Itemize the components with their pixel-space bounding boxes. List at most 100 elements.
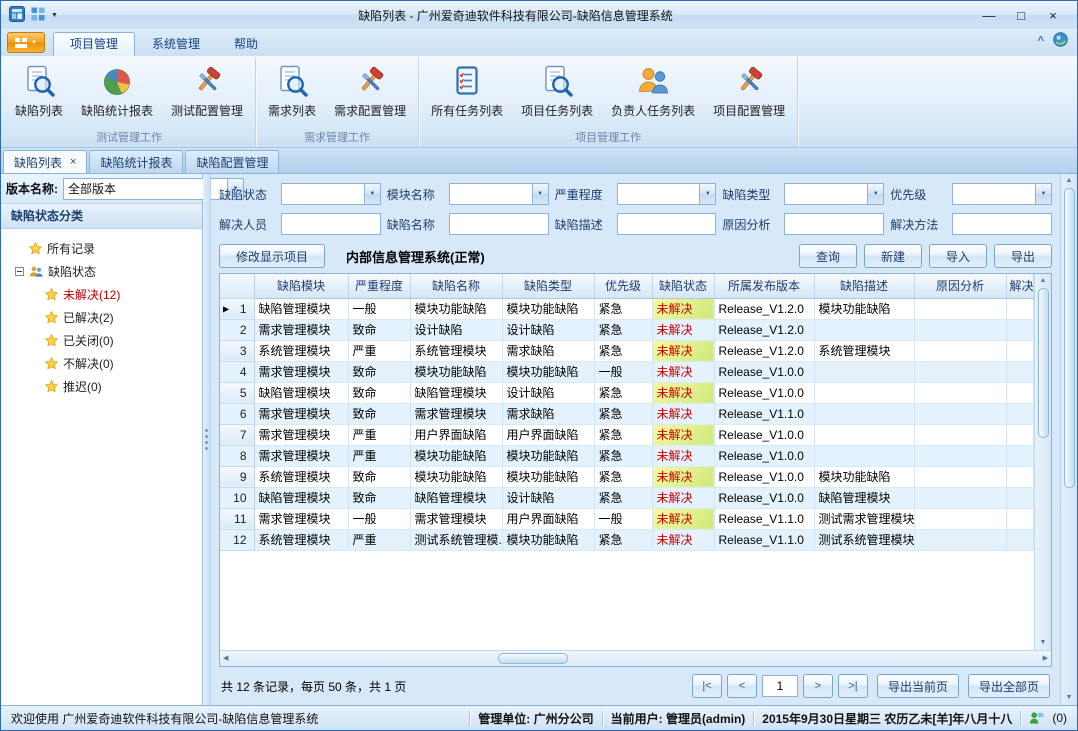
ribbon-tab[interactable]: 项目管理 (53, 32, 135, 56)
message-icon[interactable] (1029, 711, 1044, 725)
combo-input[interactable] (952, 183, 1035, 205)
tree-item[interactable]: 未解决(12) (15, 283, 200, 306)
combo-input[interactable] (784, 183, 867, 205)
ribbon-button[interactable]: 需求列表 (259, 58, 325, 130)
scroll-thumb[interactable] (498, 653, 568, 664)
ribbon-button[interactable]: 缺陷列表 (6, 58, 72, 130)
export-current-page-button[interactable]: 导出当前页 (877, 674, 959, 698)
scroll-down-icon[interactable]: ▼ (1040, 638, 1047, 648)
close-tab-icon[interactable]: × (70, 156, 76, 168)
scroll-left-icon[interactable]: ◀ (223, 654, 228, 664)
table-row[interactable]: 5缺陷管理模块致命缺陷管理模块设计缺陷紧急未解决Release_V1.0.0 (220, 382, 1034, 403)
table-row[interactable]: 8需求管理模块严重模块功能缺陷模块功能缺陷紧急未解决Release_V1.0.0 (220, 445, 1034, 466)
text-input[interactable] (617, 213, 717, 235)
last-page-button[interactable]: >| (838, 674, 868, 698)
text-input[interactable] (449, 213, 549, 235)
table-cell: 致命 (348, 319, 410, 340)
dropdown-arrow-icon[interactable]: ▼ (532, 183, 549, 205)
doc-tab[interactable]: 缺陷统计报表 (89, 150, 183, 173)
maximize-button[interactable]: □ (1005, 8, 1037, 23)
table-cell (1006, 319, 1034, 340)
collapse-ribbon-icon[interactable]: ^ (1038, 37, 1044, 45)
import-button[interactable]: 导入 (929, 244, 987, 268)
table-horizontal-scrollbar[interactable]: ◀ ▶ (220, 650, 1051, 666)
table-vertical-scrollbar[interactable]: ▲ ▼ (1034, 274, 1051, 650)
prev-page-button[interactable]: < (727, 674, 757, 698)
table-row[interactable]: 4需求管理模块致命模块功能缺陷模块功能缺陷一般未解决Release_V1.0.0 (220, 361, 1034, 382)
table-row[interactable]: 9系统管理模块致命模块功能缺陷模块功能缺陷紧急未解决Release_V1.0.0… (220, 466, 1034, 487)
column-header[interactable]: 解决方法 (1006, 274, 1034, 298)
ribbon-button[interactable]: 项目配置管理 (704, 58, 794, 130)
scroll-up-icon[interactable]: ▲ (1066, 176, 1073, 186)
table-row[interactable]: 6需求管理模块致命需求管理模块需求缺陷紧急未解决Release_V1.1.0 (220, 403, 1034, 424)
doc-tab[interactable]: 缺陷列表× (3, 150, 87, 173)
table-row[interactable]: 12系统管理模块严重测试系统管理模...模块功能缺陷紧急未解决Release_V… (220, 529, 1034, 550)
dropdown-arrow-icon[interactable]: ▼ (867, 183, 884, 205)
first-page-button[interactable]: |< (692, 674, 722, 698)
tree-item[interactable]: 缺陷状态 (15, 260, 200, 283)
ribbon-button[interactable]: 项目任务列表 (512, 58, 602, 130)
quick-access-grid-icon[interactable] (31, 7, 45, 24)
table-row[interactable]: 11需求管理模块一般需求管理模块用户界面缺陷一般未解决Release_V1.1.… (220, 508, 1034, 529)
column-header[interactable]: 缺陷名称 (410, 274, 502, 298)
scroll-down-icon[interactable]: ▼ (1066, 693, 1073, 703)
splitter[interactable] (203, 174, 211, 705)
table-cell (814, 424, 914, 445)
ribbon-tab[interactable]: 帮助 (217, 32, 275, 56)
combo-input[interactable] (617, 183, 700, 205)
table-row[interactable]: 7需求管理模块严重用户界面缺陷用户界面缺陷紧急未解决Release_V1.0.0 (220, 424, 1034, 445)
quick-access-dropdown-icon[interactable]: ▼ (51, 12, 58, 19)
main-vertical-scrollbar[interactable]: ▲ ▼ (1060, 174, 1077, 705)
tree-item[interactable]: 已解决(2) (15, 306, 200, 329)
text-input[interactable] (281, 213, 381, 235)
doc-tab[interactable]: 缺陷配置管理 (185, 150, 279, 173)
column-header[interactable]: 缺陷模块 (254, 274, 348, 298)
scroll-up-icon[interactable]: ▲ (1040, 276, 1047, 286)
dropdown-arrow-icon[interactable]: ▼ (699, 183, 716, 205)
dropdown-arrow-icon[interactable]: ▼ (1035, 183, 1052, 205)
text-input[interactable] (784, 213, 884, 235)
combo-input[interactable] (449, 183, 532, 205)
scroll-right-icon[interactable]: ▶ (1043, 654, 1048, 664)
table-cell: 系统管理模块 (254, 466, 348, 487)
column-header[interactable]: 严重程度 (348, 274, 410, 298)
text-input[interactable] (952, 213, 1052, 235)
next-page-button[interactable]: > (803, 674, 833, 698)
ribbon-button[interactable]: 缺陷统计报表 (72, 58, 162, 130)
collapse-expander-icon[interactable] (15, 267, 24, 276)
column-header[interactable]: 原因分析 (914, 274, 1006, 298)
close-button[interactable]: × (1037, 8, 1069, 23)
column-header[interactable]: 缺陷描述 (814, 274, 914, 298)
app-menu-button[interactable]: ▼ (7, 32, 45, 53)
tree-item[interactable]: 所有记录 (15, 237, 200, 260)
query-button[interactable]: 查询 (799, 244, 857, 268)
column-header[interactable]: 优先级 (594, 274, 652, 298)
column-header[interactable]: 缺陷状态 (652, 274, 714, 298)
tree-item[interactable]: 不解决(0) (15, 352, 200, 375)
dropdown-arrow-icon[interactable]: ▼ (364, 183, 381, 205)
table-row[interactable]: ▶1缺陷管理模块一般模块功能缺陷模块功能缺陷紧急未解决Release_V1.2.… (220, 298, 1034, 319)
about-icon[interactable] (1053, 32, 1068, 50)
export-button[interactable]: 导出 (994, 244, 1052, 268)
modify-display-button[interactable]: 修改显示项目 (219, 244, 325, 268)
scroll-thumb[interactable] (1064, 188, 1075, 488)
tree-item[interactable]: 已关闭(0) (15, 329, 200, 352)
ribbon-tab[interactable]: 系统管理 (135, 32, 217, 56)
scroll-track[interactable] (231, 653, 1039, 665)
table-row[interactable]: 2需求管理模块致命设计缺陷设计缺陷紧急未解决Release_V1.2.0 (220, 319, 1034, 340)
new-button[interactable]: 新建 (864, 244, 922, 268)
ribbon-button[interactable]: 所有任务列表 (422, 58, 512, 130)
combo-input[interactable] (281, 183, 364, 205)
table-row[interactable]: 10缺陷管理模块致命缺陷管理模块设计缺陷紧急未解决Release_V1.0.0缺… (220, 487, 1034, 508)
minimize-button[interactable]: — (973, 8, 1005, 23)
tree-item[interactable]: 推迟(0) (15, 375, 200, 398)
ribbon-button[interactable]: 需求配置管理 (325, 58, 415, 130)
column-header[interactable]: 缺陷类型 (502, 274, 594, 298)
column-header[interactable]: 所属发布版本 (714, 274, 814, 298)
table-row[interactable]: 3系统管理模块严重系统管理模块需求缺陷紧急未解决Release_V1.2.0系统… (220, 340, 1034, 361)
scroll-thumb[interactable] (1038, 288, 1049, 438)
export-all-pages-button[interactable]: 导出全部页 (968, 674, 1050, 698)
ribbon-button[interactable]: 测试配置管理 (162, 58, 252, 130)
page-number-input[interactable] (762, 675, 798, 697)
ribbon-button[interactable]: 负责人任务列表 (602, 58, 704, 130)
